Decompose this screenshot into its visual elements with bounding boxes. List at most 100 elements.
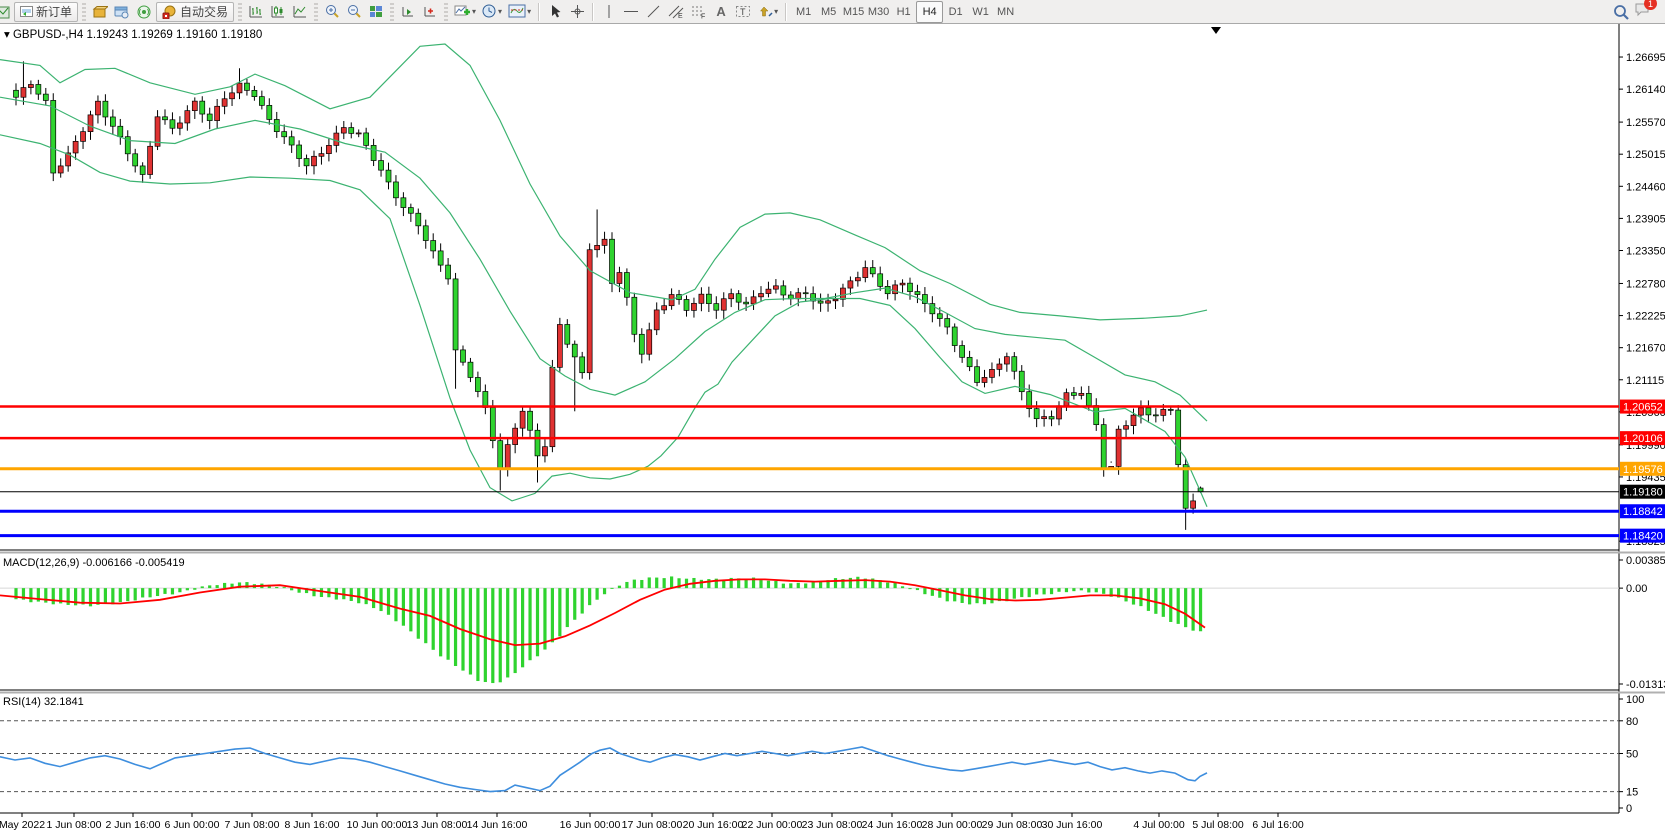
- svg-text:1.21115: 1.21115: [1626, 375, 1664, 387]
- svg-text:T: T: [740, 7, 746, 17]
- svg-text:0: 0: [1626, 803, 1632, 815]
- candlestick-chart-icon[interactable]: [268, 2, 288, 22]
- new-order-icon: [20, 5, 33, 18]
- svg-text:1.25015: 1.25015: [1626, 149, 1665, 161]
- svg-text:1.20652: 1.20652: [1623, 402, 1663, 414]
- tab-d1[interactable]: D1: [943, 2, 968, 22]
- arrows-tool[interactable]: ▾: [755, 2, 780, 22]
- svg-text:1.18420: 1.18420: [1623, 531, 1663, 543]
- signal-icon[interactable]: [134, 2, 154, 22]
- svg-text:16 Jun 00:00: 16 Jun 00:00: [560, 819, 621, 830]
- indicators-button[interactable]: ▾: [506, 2, 533, 22]
- tab-m15[interactable]: M15: [841, 2, 866, 22]
- bollinger-middle: [0, 97, 1207, 421]
- clock-icon: [482, 4, 497, 19]
- market-watch-icon[interactable]: [90, 2, 110, 22]
- bollinger-upper: [0, 44, 1207, 320]
- tab-h4[interactable]: H4: [916, 1, 943, 23]
- macd-histogram: [14, 576, 1202, 683]
- main-chart-pane: [0, 44, 1619, 536]
- chart-canvas[interactable]: ▾ GBPUSD-,H4 1.19243 1.19269 1.19160 1.1…: [0, 24, 1665, 830]
- shift-marker-icon: [1211, 27, 1221, 34]
- svg-text:50: 50: [1626, 749, 1638, 761]
- tile-windows-icon[interactable]: [366, 2, 386, 22]
- svg-text:1.19576: 1.19576: [1623, 464, 1663, 476]
- svg-text:-0.013133: -0.013133: [1626, 679, 1665, 691]
- macd-label: MACD(12,26,9) -0.006166 -0.005419: [3, 557, 185, 569]
- svg-text:1.23350: 1.23350: [1626, 246, 1665, 258]
- chevron-down-icon: ▾: [774, 7, 778, 16]
- line-chart-icon[interactable]: [290, 2, 310, 22]
- notifications-button[interactable]: 1: [1633, 1, 1651, 22]
- navigator-icon[interactable]: [112, 2, 132, 22]
- svg-text:6 Jul 16:00: 6 Jul 16:00: [1252, 819, 1304, 830]
- svg-text:100: 100: [1626, 694, 1644, 706]
- chevron-down-icon: ▾: [498, 7, 502, 16]
- svg-text:24 Jun 16:00: 24 Jun 16:00: [862, 819, 923, 830]
- periods-button[interactable]: ▾: [480, 2, 504, 22]
- svg-text:May 2022: May 2022: [0, 819, 45, 830]
- svg-text:1.25570: 1.25570: [1626, 117, 1665, 129]
- svg-text:22 Jun 00:00: 22 Jun 00:00: [742, 819, 803, 830]
- new-order-button[interactable]: 新订单: [14, 2, 78, 22]
- rsi-pane: [0, 721, 1619, 792]
- svg-text:1.26140: 1.26140: [1626, 84, 1665, 96]
- chevron-down-icon: ▾: [472, 7, 476, 16]
- tab-h1[interactable]: H1: [891, 2, 916, 22]
- svg-text:7 Jun 08:00: 7 Jun 08:00: [225, 819, 280, 830]
- autotrading-label: 自动交易: [180, 3, 228, 20]
- new-chart-button[interactable]: ▾: [452, 2, 478, 22]
- svg-text:1.21670: 1.21670: [1626, 343, 1665, 355]
- svg-text:13 Jun 08:00: 13 Jun 08:00: [407, 819, 468, 830]
- svg-text:1.20106: 1.20106: [1623, 433, 1663, 445]
- vertical-line-tool[interactable]: [599, 2, 619, 22]
- chevron-down-icon: ▾: [527, 7, 531, 16]
- top-toolbar: 新订单 自动交易 ▾ ▾: [0, 0, 1665, 24]
- svg-text:10 Jun 00:00: 10 Jun 00:00: [347, 819, 408, 830]
- svg-text:4 Jul 00:00: 4 Jul 00:00: [1133, 819, 1185, 830]
- svg-text:E: E: [678, 13, 683, 19]
- mt4-terminal: { "toolbar": { "new_order_label": "新订单",…: [0, 0, 1665, 830]
- svg-text:8 Jun 16:00: 8 Jun 16:00: [285, 819, 340, 830]
- zoom-in-icon[interactable]: [322, 2, 342, 22]
- cursor-tool[interactable]: [545, 2, 565, 22]
- indicators-icon: [508, 4, 526, 19]
- candles: [14, 61, 1204, 530]
- svg-text:30 Jun 16:00: 30 Jun 16:00: [1042, 819, 1103, 830]
- rsi-label: RSI(14) 32.1841: [3, 696, 84, 708]
- svg-text:6 Jun 00:00: 6 Jun 00:00: [165, 819, 220, 830]
- trendline-tool[interactable]: [643, 2, 663, 22]
- text-tool[interactable]: A: [711, 2, 731, 22]
- auto-scroll-icon[interactable]: [398, 2, 418, 22]
- svg-text:28 Jun 00:00: 28 Jun 00:00: [922, 819, 983, 830]
- tab-m30[interactable]: M30: [866, 2, 891, 22]
- svg-text:1 Jun 08:00: 1 Jun 08:00: [47, 819, 102, 830]
- bar-chart-icon[interactable]: [246, 2, 266, 22]
- horizontal-line-tool[interactable]: [621, 2, 641, 22]
- chart-shift-icon[interactable]: [420, 2, 440, 22]
- new-order-label: 新订单: [36, 3, 72, 20]
- autotrading-button[interactable]: 自动交易: [156, 2, 234, 22]
- svg-text:2 Jun 16:00: 2 Jun 16:00: [106, 819, 161, 830]
- new-chart-icon: [454, 4, 471, 19]
- tab-m1[interactable]: M1: [791, 2, 816, 22]
- crosshair-tool[interactable]: [567, 2, 587, 22]
- tab-mn[interactable]: MN: [993, 2, 1018, 22]
- text-label-tool[interactable]: T: [733, 2, 753, 22]
- svg-text:17 Jun 08:00: 17 Jun 08:00: [622, 819, 683, 830]
- notification-badge: 1: [1644, 0, 1657, 10]
- tab-m5[interactable]: M5: [816, 2, 841, 22]
- autotrading-icon: [162, 5, 177, 19]
- clipped-chart-icon: [0, 2, 12, 22]
- svg-text:1.24460: 1.24460: [1626, 181, 1665, 193]
- macd-pane: [0, 576, 1619, 683]
- zoom-out-icon[interactable]: [344, 2, 364, 22]
- fibonacci-tool[interactable]: F: [688, 2, 709, 22]
- svg-text:F: F: [701, 14, 705, 20]
- svg-text:15: 15: [1626, 787, 1638, 799]
- search-icon[interactable]: [1611, 2, 1632, 22]
- equidistant-channel-tool[interactable]: E: [665, 2, 686, 22]
- svg-text:1.18842: 1.18842: [1623, 506, 1663, 518]
- svg-text:0.003854: 0.003854: [1626, 555, 1665, 567]
- tab-w1[interactable]: W1: [968, 2, 993, 22]
